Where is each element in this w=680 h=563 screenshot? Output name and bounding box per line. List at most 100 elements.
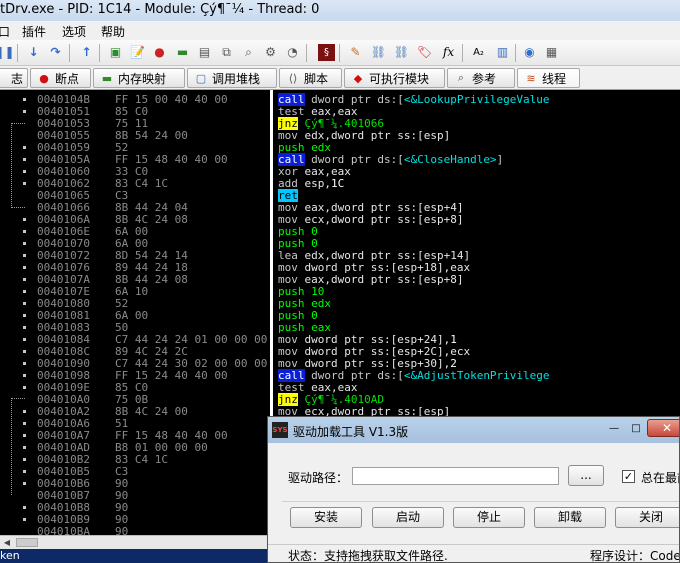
close-button[interactable]: 关闭 <box>615 507 679 528</box>
disasm-row[interactable]: 00401062 83 C4 1C add esp,1C <box>0 178 680 190</box>
hex-bytes-cell: C3 <box>115 466 129 478</box>
cpu-icon[interactable]: ▣ <box>107 44 124 61</box>
tab-threads[interactable]: ≋ 线程 <box>517 68 580 88</box>
menu-plugins[interactable]: 插件 <box>22 23 46 40</box>
memory-icon[interactable]: ▬ <box>174 44 191 61</box>
step-over-icon[interactable]: ↷ <box>47 44 64 61</box>
maximize-icon[interactable]: □ <box>626 421 646 437</box>
hex-bytes-cell: 83 C4 1C <box>115 178 168 190</box>
step-into-icon[interactable]: ↓ <box>25 44 42 61</box>
hex-bytes-cell: 6A 00 <box>115 310 149 322</box>
window-titlebar[interactable]: tDrv.exe - PID: 1C14 - Module: Çý¶¯¼ - T… <box>0 0 680 21</box>
stop-button[interactable]: 停止 <box>453 507 525 528</box>
references-toolbar-icon[interactable]: ⌕ <box>240 44 257 61</box>
dialog-status-text: 状态：支持拖拽获取文件路径. <box>288 549 448 563</box>
address-cell: 004010BA <box>37 525 90 536</box>
callstack-toolbar-icon[interactable]: ◔ <box>284 44 301 61</box>
sys-app-icon: SYS <box>272 422 288 438</box>
tab-modules[interactable]: ◆ 可执行模块 <box>344 68 445 88</box>
link-icon[interactable]: ⛓ <box>393 44 410 61</box>
call-stack-icon: ▢ <box>195 71 207 85</box>
source-icon[interactable]: ⧉ <box>218 44 235 61</box>
minimize-icon[interactable]: — <box>604 421 624 437</box>
calculator-icon[interactable]: ▦ <box>543 44 560 61</box>
hex-bytes-cell: 90 <box>115 502 129 514</box>
threads-toolbar-icon[interactable]: ⚙ <box>262 44 279 61</box>
dialog-titlebar[interactable]: SYS 驱动加载工具 V1.3版 — □ ✕ <box>268 417 679 443</box>
hex-bytes-cell: 52 <box>115 142 129 154</box>
hex-bytes-cell: 85 C0 <box>115 382 149 394</box>
tab-memory-map[interactable]: ▬ 内存映射 <box>93 68 185 88</box>
operand: eax,dword ptr ss:[esp+8] <box>304 273 464 286</box>
hex-bytes-cell: 52 <box>115 298 129 310</box>
driver-path-input[interactable] <box>352 467 559 485</box>
menu-window[interactable]: 窗口 <box>0 23 10 40</box>
disasm-row[interactable]: 0040106E 6A 00 push 0 <box>0 226 680 238</box>
menu-options[interactable]: 选项 <box>62 23 86 40</box>
operand: esp, <box>304 177 332 190</box>
hex-bytes-cell: 6A 00 <box>115 238 149 250</box>
horizontal-scrollbar[interactable]: ◀ <box>0 535 270 549</box>
hex-bytes-cell: 90 <box>115 514 129 526</box>
modules-icon: ◆ <box>353 71 363 85</box>
scroll-left-icon[interactable]: ◀ <box>0 536 14 549</box>
hex-bytes-cell: 90 <box>115 478 129 490</box>
operand: ] <box>496 153 504 166</box>
hex-bytes-cell: 89 4C 24 2C <box>115 346 188 358</box>
hex-bytes-cell: 90 <box>115 490 129 502</box>
tab-breakpoints[interactable]: ● 断点 <box>30 68 91 88</box>
settings-bars-icon[interactable]: ▥ <box>494 44 511 61</box>
window-title: tDrv.exe - PID: 1C14 - Module: Çý¶¯¼ - T… <box>0 2 320 17</box>
hex-bytes-cell: 6A 10 <box>115 286 149 298</box>
browse-button[interactable]: ... <box>568 465 604 486</box>
hex-bytes-cell: 75 0B <box>115 394 149 406</box>
uninstall-button[interactable]: 卸载 <box>534 507 606 528</box>
globe-icon[interactable]: ◉ <box>521 44 538 61</box>
hex-bytes-cell: 8B 44 24 04 <box>115 202 188 214</box>
highlight-icon[interactable]: ✎ <box>347 44 364 61</box>
hex-bytes-cell: 6A 00 <box>115 226 149 238</box>
references-icon: ⌕ <box>457 71 465 84</box>
script-icon: ⟨⟩ <box>288 71 298 85</box>
install-button[interactable]: 安装 <box>290 507 362 528</box>
group-divider <box>282 501 679 502</box>
disasm-row[interactable]: 00401080 52 push edx <box>0 298 680 310</box>
disasm-row[interactable]: 00401055 8B 54 24 00 mov edx,dword ptr ss:… <box>0 130 680 142</box>
hex-bytes-cell: 83 C4 1C <box>115 454 168 466</box>
script-toolbar-icon[interactable]: § <box>318 44 335 61</box>
bookmark-icon[interactable]: ⛓ <box>370 44 387 61</box>
driver-loader-dialog: SYS 驱动加载工具 V1.3版 — □ ✕ 驱动路径： ... ✓ 总在最前 … <box>267 416 680 563</box>
hex-bytes-cell: FF 15 24 40 40 00 <box>115 370 228 382</box>
disasm-row[interactable]: 0040106A 8B 4C 24 08 mov ecx,dword ptr ss:… <box>0 214 680 226</box>
tab-log[interactable]: 志 <box>0 68 28 88</box>
start-button[interactable]: 启动 <box>372 507 444 528</box>
label-icon[interactable]: 🏷 <box>416 44 433 61</box>
disasm-row[interactable]: 0040107A 8B 44 24 08 mov eax,dword ptr ss:… <box>0 274 680 286</box>
tab-script[interactable]: ⟨⟩ 脚本 <box>279 68 342 88</box>
function-icon[interactable]: fx <box>440 44 457 61</box>
hex-bytes-cell: B8 01 00 00 00 <box>115 442 208 454</box>
hex-bytes-cell: 8B 44 24 08 <box>115 274 188 286</box>
scroll-thumb[interactable] <box>16 538 38 547</box>
always-on-top-checkbox[interactable]: ✓ <box>622 470 635 483</box>
close-icon[interactable]: ✕ <box>647 419 679 437</box>
hex-bytes-cell: 90 <box>115 526 129 535</box>
status-divider <box>268 544 679 545</box>
handles-icon[interactable]: ▤ <box>196 44 213 61</box>
font-icon[interactable]: A₂ <box>470 44 487 61</box>
tab-call-stack[interactable]: ▢ 调用堆栈 <box>187 68 277 88</box>
hex-bytes-cell: 50 <box>115 322 129 334</box>
pause-icon[interactable]: ❚❚ <box>0 44 15 61</box>
credit-text: 程序设计：Coder <box>590 549 680 563</box>
breakpoint-toolbar-icon[interactable]: ● <box>151 44 168 61</box>
execute-till-return-icon[interactable]: ↑ <box>78 44 95 61</box>
always-on-top-label: 总在最前 <box>641 471 679 485</box>
operand: <&AdjustTokenPrivilege <box>403 369 550 382</box>
patch-icon[interactable]: 📝 <box>129 44 146 61</box>
tab-references[interactable]: ⌕ 参考 <box>447 68 515 88</box>
menu-help[interactable]: 帮助 <box>101 23 125 40</box>
memory-map-icon: ▬ <box>101 71 113 85</box>
hex-bytes-cell: 89 44 24 18 <box>115 262 188 274</box>
disasm-row[interactable]: 0040107E 6A 10 push 10 <box>0 286 680 298</box>
disasm-row[interactable]: 00401081 6A 00 push 0 <box>0 310 680 322</box>
